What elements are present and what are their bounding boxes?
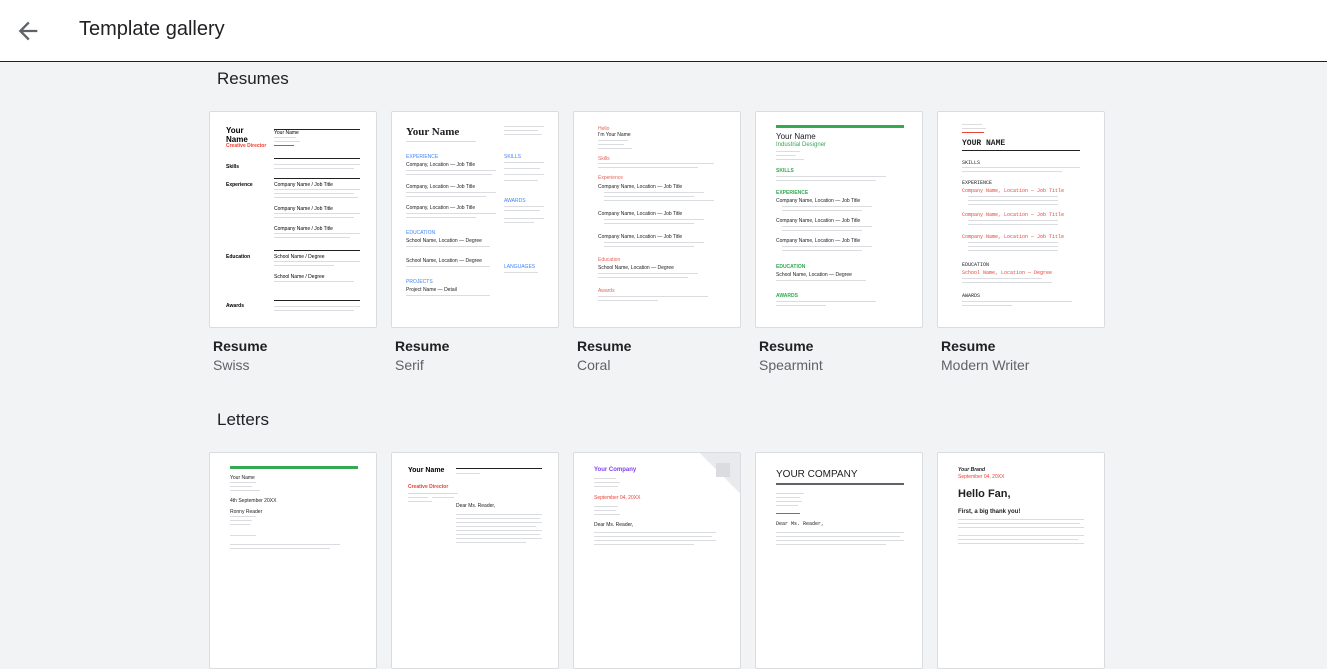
template-title: Resume	[395, 338, 450, 354]
preview-name: Your Name	[408, 467, 445, 474]
template-card-resume-spearmint[interactable]: Your Name Industrial Designer SKILLS EXP…	[755, 111, 923, 328]
preview-section-experience: Experience	[226, 182, 253, 188]
section-title-letters: Letters	[217, 410, 269, 429]
preview-section-education: EDUCATION	[406, 230, 436, 236]
preview-section-skills: SKILLS	[962, 160, 981, 166]
preview-date: 4th September 20XX	[230, 498, 277, 504]
template-subtitle: Swiss	[213, 357, 250, 373]
preview-section-awards: AWARDS	[504, 198, 526, 204]
preview-section-awards: AWARDS	[776, 293, 798, 299]
preview-section-experience: EXPERIENCE	[776, 190, 809, 196]
preview-greeting: Dear Ms. Reader,	[594, 522, 634, 528]
preview-school: School Name / Degree	[274, 254, 325, 260]
preview-section-skills: Skills	[598, 156, 610, 162]
preview-company: Your Company	[594, 467, 637, 473]
template-title: Resume	[759, 338, 814, 354]
preview-section-awards: AWARDS	[962, 293, 981, 299]
template-card-resume-modern-writer[interactable]: YOUR NAME SKILLS EXPERIENCE Company Name…	[937, 111, 1105, 328]
preview-company: YOUR COMPANY	[776, 469, 858, 480]
template-card-resume-swiss[interactable]: Your Name Creative Director Your Name Sk…	[209, 111, 377, 328]
template-subtitle: Serif	[395, 357, 424, 373]
preview-role: Creative Director	[226, 143, 267, 149]
preview-section-projects: PROJECTS	[406, 279, 433, 285]
preview-job: Company, Location — Job Title	[406, 162, 476, 168]
template-card-letter-geometric[interactable]: Your Company September 04, 20XX Dear Ms.…	[573, 452, 741, 669]
preview-subheading: First, a big thank you!	[958, 509, 1021, 515]
preview-job-3: Company Name, Location — Job Title	[776, 238, 861, 244]
template-title: Resume	[577, 338, 632, 354]
preview-section-education: EDUCATION	[962, 262, 990, 268]
preview-job: Company Name / Job Title	[274, 182, 333, 188]
preview-section-awards: Awards	[226, 303, 244, 309]
template-card-letter-swiss[interactable]: Your Name Creative Director Dear Ms. Rea…	[391, 452, 559, 669]
preview-role: Creative Director	[408, 484, 449, 490]
preview-name: Your Name	[776, 132, 816, 141]
preview-hello: Hello Fan,	[958, 488, 1011, 500]
template-card-resume-coral[interactable]: Hello I'm Your Name Skills Experience Co…	[573, 111, 741, 328]
preview-section-experience: EXPERIENCE	[962, 180, 993, 186]
preview-project: Project Name — Detail	[406, 287, 457, 293]
preview-job: Company Name, Location — Job Title	[962, 188, 1065, 194]
preview-school: School Name, Location — Degree	[598, 265, 674, 271]
preview-school: School Name, Location — Degree	[962, 270, 1053, 276]
preview-date: September 04, 20XX	[594, 495, 641, 501]
preview-job-3: Company, Location — Job Title	[406, 205, 476, 211]
preview-section-education: Education	[226, 254, 251, 260]
preview-school: School Name, Location — Degree	[776, 272, 852, 278]
preview-job-2: Company, Location — Job Title	[406, 184, 476, 190]
preview-school-2: School Name / Degree	[274, 274, 325, 280]
preview-section-skills: Skills	[226, 164, 240, 170]
preview-job: Company Name, Location — Job Title	[776, 198, 861, 204]
page-title: Template gallery	[79, 18, 225, 40]
preview-job-3: Company Name / Job Title	[274, 226, 333, 232]
section-title-resumes: Resumes	[217, 69, 289, 88]
preview-section-education: Education	[598, 257, 621, 263]
template-subtitle: Modern Writer	[941, 357, 1030, 373]
preview-job: Company Name, Location — Job Title	[598, 184, 683, 190]
preview-job-2: Company Name / Job Title	[274, 206, 333, 212]
preview-section-experience: Experience	[598, 175, 624, 181]
preview-brand: Your Brand	[958, 467, 986, 473]
preview-section-awards: Awards	[598, 288, 615, 294]
template-card-resume-serif[interactable]: Your Name EXPERIENCE Company, Location —…	[391, 111, 559, 328]
preview-section-education: EDUCATION	[776, 264, 806, 270]
preview-contact: Your Name	[274, 130, 299, 136]
back-button[interactable]	[14, 17, 42, 45]
template-title: Resume	[941, 338, 996, 354]
preview-job-2: Company Name, Location — Job Title	[776, 218, 861, 224]
preview-name: Your Name	[406, 126, 460, 138]
template-card-letter-business[interactable]: YOUR COMPANY Dear Ms. Reader,	[755, 452, 923, 669]
preview-role: Industrial Designer	[776, 142, 827, 148]
preview-recipient: Dear Ms. Reader,	[456, 503, 496, 509]
template-card-letter-spearmint[interactable]: Your Name 4th September 20XX Ronny Reade…	[209, 452, 377, 669]
preview-section-skills: SKILLS	[776, 168, 794, 174]
preview-school: School Name, Location — Degree	[406, 238, 482, 244]
preview-job-3: Company Name, Location — Job Title	[598, 234, 683, 240]
template-subtitle: Spearmint	[759, 357, 823, 373]
template-card-letter-playful[interactable]: Your Brand September 04, 20XX Hello Fan,…	[937, 452, 1105, 669]
preview-job-3: Company Name, Location — Job Title	[962, 234, 1065, 240]
arrow-back-icon	[18, 21, 38, 41]
top-app-bar: Template gallery	[0, 0, 1327, 62]
template-title: Resume	[213, 338, 268, 354]
preview-greeting: Dear Ms. Reader,	[776, 521, 825, 527]
preview-name-2: I'm Your Name	[598, 132, 631, 138]
preview-date: September 04, 20XX	[958, 474, 1005, 480]
preview-section-languages: LANGUAGES	[504, 264, 536, 270]
preview-recipient: Ronny Reader	[230, 509, 263, 515]
preview-job-2: Company Name, Location — Job Title	[962, 212, 1065, 218]
preview-name: YOUR NAME	[962, 139, 1006, 148]
preview-job-2: Company Name, Location — Job Title	[598, 211, 683, 217]
preview-section-experience: EXPERIENCE	[406, 154, 439, 160]
template-subtitle: Coral	[577, 357, 611, 373]
preview-name: Your Name	[226, 126, 248, 144]
preview-school-2: School Name, Location — Degree	[406, 258, 482, 264]
preview-name: Your Name	[230, 475, 255, 481]
preview-section-skills: SKILLS	[504, 154, 521, 160]
